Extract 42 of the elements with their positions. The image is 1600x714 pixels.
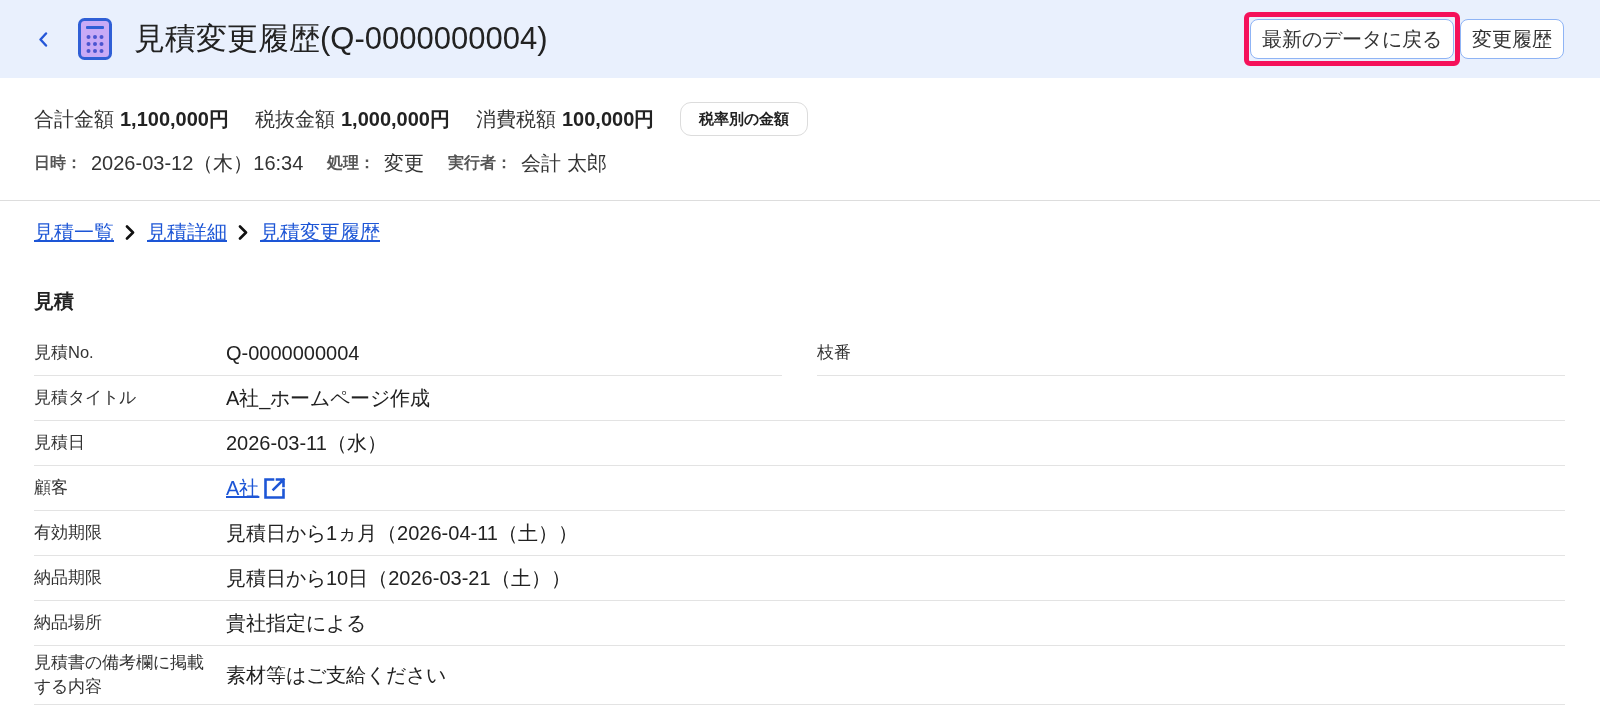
amount-value: 100,000円 bbox=[561, 107, 655, 132]
amount-label: 税抜金額 bbox=[255, 107, 335, 132]
customer-link[interactable]: A社 bbox=[226, 473, 260, 503]
field-label: 枝番 bbox=[817, 342, 852, 364]
field-value: A社_ホームページ作成 bbox=[226, 386, 431, 412]
tax-rate-button[interactable]: 税率別の金額 bbox=[680, 102, 809, 136]
header-button[interactable]: 変更履歴 bbox=[1460, 19, 1564, 59]
page-title: 見積変更履歴(Q-0000000004) bbox=[134, 20, 548, 58]
breadcrumb-link[interactable]: 見積一覧 bbox=[34, 218, 114, 246]
field-value: 貴社指定による bbox=[226, 611, 366, 636]
field-label: 見積No. bbox=[34, 342, 95, 364]
back-icon[interactable] bbox=[38, 31, 48, 47]
field-label: 見積タイトル bbox=[34, 387, 137, 409]
field-label: 納品期限 bbox=[34, 567, 103, 589]
section-title: 見積 bbox=[34, 289, 75, 314]
meta-label: 実行者： bbox=[448, 153, 513, 173]
amount-label: 消費税額 bbox=[475, 107, 556, 132]
meta-value: 会計 太郎 bbox=[521, 151, 607, 176]
field-value: Q-0000000004 bbox=[226, 341, 360, 366]
amount-label: 合計金額 bbox=[34, 107, 114, 132]
chevron-right-icon bbox=[238, 224, 248, 240]
breadcrumb-link[interactable]: 見積変更履歴 bbox=[260, 218, 380, 246]
header-button[interactable]: 最新のデータに戻る bbox=[1250, 19, 1454, 59]
field-value: 2026-03-11（水） bbox=[226, 431, 387, 456]
meta-label: 日時： bbox=[34, 153, 82, 173]
breadcrumb-link[interactable]: 見積詳細 bbox=[147, 218, 227, 246]
external-link-icon[interactable] bbox=[263, 476, 287, 500]
field-label: 有効期限 bbox=[34, 522, 103, 544]
field-label: 見積日 bbox=[34, 432, 86, 454]
field-value: 素材等はご支給ください bbox=[226, 662, 446, 688]
field-label: 顧客 bbox=[34, 477, 69, 499]
field-label: 納品場所 bbox=[34, 612, 103, 634]
meta-value: 変更 bbox=[384, 151, 425, 176]
amount-value: 1,000,000円 bbox=[341, 107, 450, 132]
amount-value: 1,100,000円 bbox=[120, 107, 229, 132]
field-value: 見積日から1ヵ月（2026-04-11（土）） bbox=[226, 521, 578, 546]
field-label: 見積書の備考欄に掲載する内容 bbox=[34, 652, 205, 697]
field-value: 見積日から10日（2026-03-21（土）） bbox=[226, 566, 571, 591]
chevron-right-icon bbox=[125, 224, 135, 240]
calculator-icon bbox=[78, 18, 112, 60]
meta-value: 2026-03-12（木）16:34 bbox=[91, 151, 304, 176]
meta-label: 処理： bbox=[327, 153, 376, 173]
